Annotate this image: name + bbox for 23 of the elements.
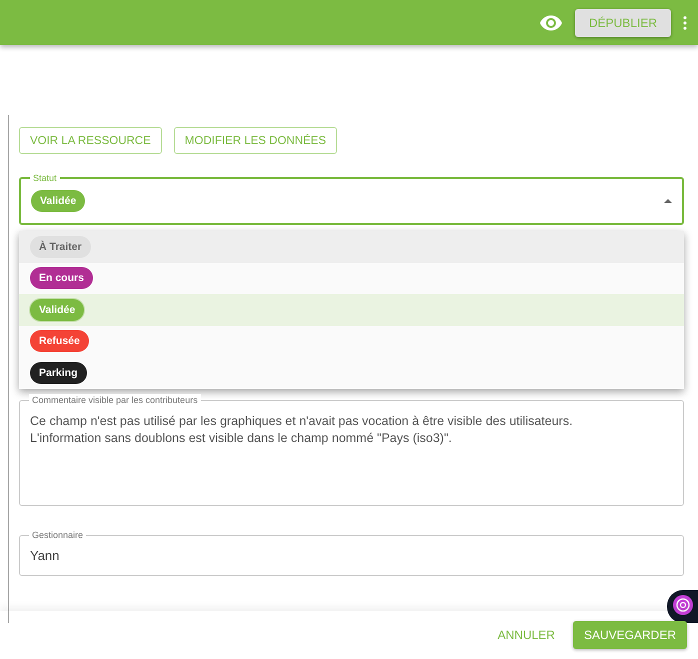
field-value: Yann bbox=[30, 548, 60, 562]
assistant-button[interactable] bbox=[667, 590, 698, 623]
action-button[interactable]: MODIFIER LES DONNÉES bbox=[174, 127, 338, 154]
cancel-button[interactable]: ANNULER bbox=[492, 627, 561, 643]
dropdown-option[interactable]: En cours bbox=[19, 262, 684, 294]
dropdown-option[interactable]: Refusée bbox=[19, 326, 684, 357]
status-chip: Validée bbox=[30, 298, 84, 321]
field-label: Statut bbox=[30, 172, 60, 184]
unpublish-button[interactable]: DÉPUBLIER bbox=[574, 8, 671, 36]
comment-text: L'information sans doublons est visible dans le champ nommé "Pays (iso3)". bbox=[30, 430, 453, 446]
save-button[interactable]: SAUVEGARDER bbox=[572, 621, 687, 649]
status-chip: Refusée bbox=[30, 330, 89, 352]
dropdown-option[interactable]: Validée bbox=[19, 294, 684, 326]
status-chip: Parking bbox=[30, 362, 87, 384]
dropdown-option[interactable]: À Traiter bbox=[19, 231, 684, 262]
status-chip: À Traiter bbox=[30, 236, 91, 258]
action-button[interactable]: VOIR LA RESSOURCE bbox=[19, 127, 162, 154]
field-label: Gestionnaire bbox=[29, 528, 86, 540]
status-chip: En cours bbox=[30, 267, 93, 290]
comment-text: Ce champ n'est pas utilisé par les graphiques et n'avait pas vocation à être visible des utilisateurs. bbox=[30, 412, 574, 430]
field-label: Commentaire visible par les contributeurs bbox=[29, 394, 201, 406]
status-chip: Validée bbox=[31, 190, 86, 212]
dropdown-option[interactable]: Parking bbox=[19, 357, 684, 388]
